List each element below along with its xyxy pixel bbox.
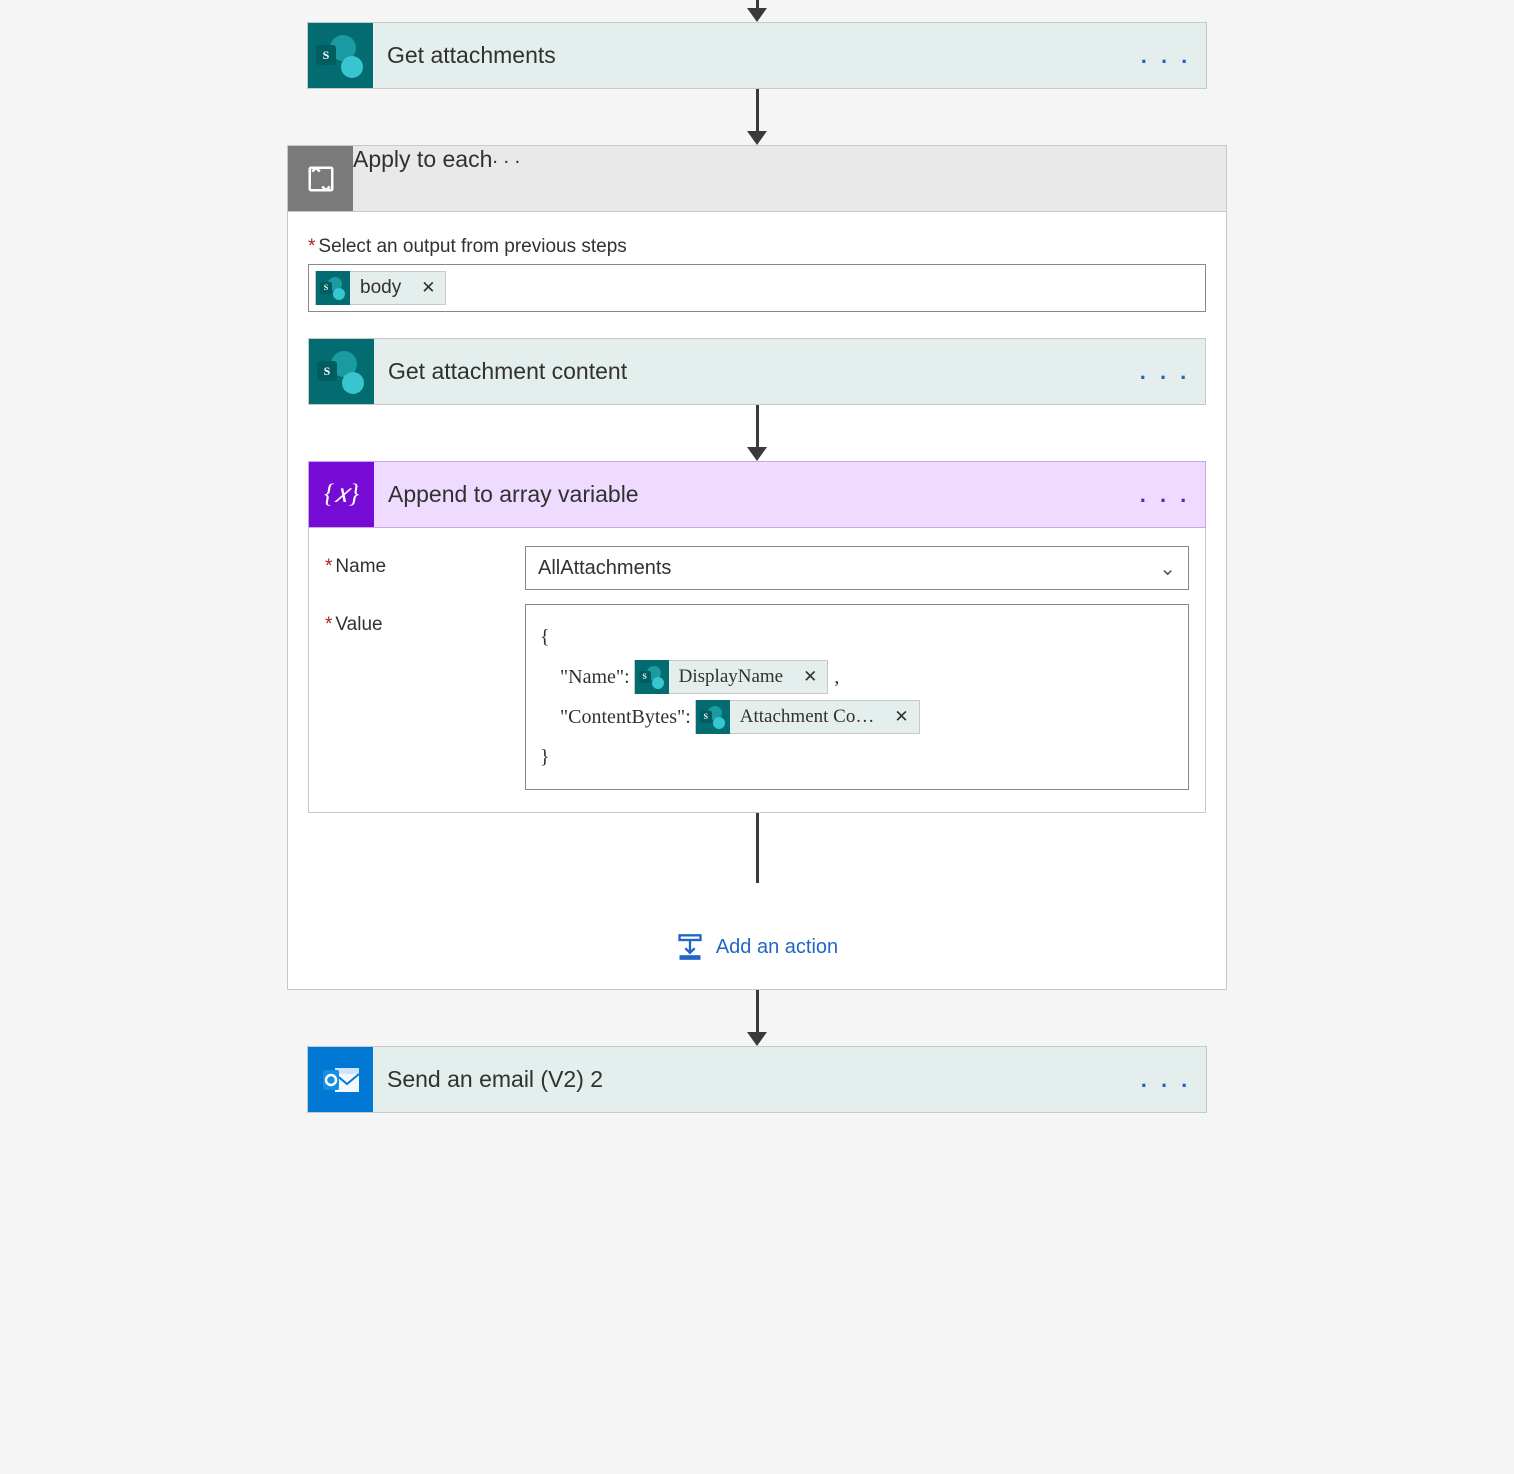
- remove-token-button[interactable]: ✕: [411, 278, 445, 298]
- select-output-input[interactable]: S body ✕: [308, 264, 1206, 312]
- token-label: DisplayName: [669, 661, 793, 693]
- append-value-input[interactable]: { "Name": S DisplayName ✕ ,: [525, 604, 1189, 790]
- step-title: Get attachment content: [374, 339, 1125, 404]
- remove-token-button[interactable]: ✕: [884, 707, 918, 727]
- ellipsis-icon[interactable]: . . .: [492, 146, 520, 211]
- step-append-array: {𝑥} Append to array variable . . . *Name…: [308, 461, 1206, 813]
- step-apply-to-each: Apply to each . . . *Select an output fr…: [287, 145, 1227, 990]
- append-name-select[interactable]: AllAttachments ⌄: [525, 546, 1189, 590]
- ellipsis-icon[interactable]: . . .: [1125, 462, 1205, 527]
- sharepoint-icon: S: [635, 660, 669, 694]
- chevron-down-icon: ⌄: [1159, 556, 1176, 581]
- ellipsis-icon[interactable]: . . .: [1125, 339, 1205, 404]
- value-key-name: "Name":: [560, 657, 630, 697]
- scope-header[interactable]: Apply to each . . .: [288, 146, 1226, 211]
- sharepoint-icon: S: [309, 339, 374, 404]
- step-title: Append to array variable: [374, 462, 1125, 527]
- value-brace-open: {: [540, 617, 1174, 657]
- select-output-label: *Select an output from previous steps: [308, 236, 1206, 258]
- token-label: Attachment Co…: [730, 701, 885, 733]
- value-key-contentbytes: "ContentBytes":: [560, 697, 691, 737]
- value-comma: ,: [832, 657, 839, 697]
- token-attachment-content[interactable]: S Attachment Co… ✕: [695, 700, 920, 734]
- outlook-icon: [308, 1047, 373, 1112]
- token-displayname[interactable]: S DisplayName ✕: [634, 660, 829, 694]
- add-action-label: Add an action: [716, 936, 838, 959]
- append-header[interactable]: {𝑥} Append to array variable . . .: [308, 461, 1206, 528]
- sharepoint-icon: S: [696, 700, 730, 734]
- ellipsis-icon[interactable]: . . .: [1126, 23, 1206, 88]
- append-name-label: *Name: [325, 546, 525, 578]
- step-get-attachments[interactable]: S Get attachments . . .: [307, 22, 1207, 89]
- variable-icon: {𝑥}: [309, 462, 374, 527]
- token-body[interactable]: S body ✕: [315, 271, 446, 305]
- add-action-button[interactable]: Add an action: [676, 933, 838, 961]
- token-label: body: [350, 272, 411, 304]
- step-title: Apply to each: [353, 146, 492, 211]
- loop-icon: [288, 146, 353, 211]
- step-title: Get attachments: [373, 23, 1126, 88]
- value-brace-close: }: [540, 737, 1174, 777]
- step-title: Send an email (V2) 2: [373, 1047, 1126, 1112]
- append-name-value: AllAttachments: [538, 557, 671, 580]
- remove-token-button[interactable]: ✕: [793, 667, 827, 687]
- step-send-email[interactable]: Send an email (V2) 2 . . .: [307, 1046, 1207, 1113]
- append-value-label: *Value: [325, 604, 525, 636]
- step-get-attachment-content[interactable]: S Get attachment content . . .: [308, 338, 1206, 405]
- ellipsis-icon[interactable]: . . .: [1126, 1047, 1206, 1112]
- sharepoint-icon: S: [308, 23, 373, 88]
- sharepoint-icon: S: [316, 271, 350, 305]
- insert-step-icon: [676, 933, 704, 961]
